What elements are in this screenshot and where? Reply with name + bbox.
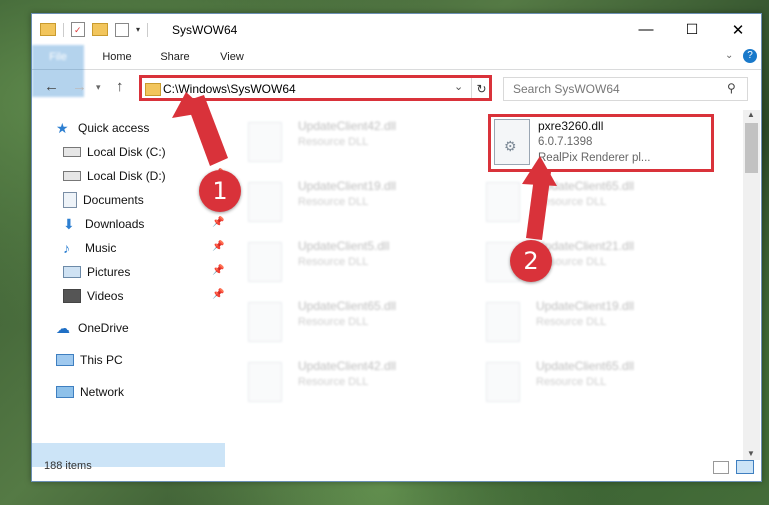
documents-icon <box>63 192 77 208</box>
sidebar-item-this-pc[interactable]: This PC <box>56 349 123 371</box>
maximize-button[interactable]: ☐ <box>669 14 715 45</box>
pin-icon[interactable]: 📌 <box>212 265 224 276</box>
sidebar-item-local-disk-d[interactable]: Local Disk (D:) <box>63 165 166 187</box>
search-icon[interactable]: ⚲ <box>727 81 736 95</box>
recent-chevron-icon[interactable]: ▾ <box>96 82 101 93</box>
help-icon[interactable]: ? <box>743 49 757 63</box>
forward-arrow-icon[interactable]: → <box>72 78 87 95</box>
file-item[interactable]: UpdateClient19.dll Resource DLL <box>228 174 448 226</box>
properties-icon[interactable]: ✓ <box>71 22 85 37</box>
file-item[interactable]: UpdateClient65.dll Resource DLL <box>466 174 686 226</box>
drive-icon <box>63 147 81 157</box>
sidebar-item-music[interactable]: ♪ Music <box>63 237 116 259</box>
file-name: pxre3260.dll <box>538 119 604 133</box>
window-title: SysWOW64 <box>172 23 238 37</box>
dll-file-icon <box>248 182 282 222</box>
quick-access-toolbar: ✓ ▾ <box>40 22 149 37</box>
selected-file-pxre3260[interactable]: ⚙ pxre3260.dll 6.0.7.1398 RealPix Render… <box>488 114 714 172</box>
ribbon-expand-icon[interactable]: ⌄ <box>725 50 733 61</box>
address-bar-highlight <box>139 75 492 101</box>
tab-view[interactable]: View <box>207 45 257 69</box>
sidebar-item-documents[interactable]: Documents <box>63 189 144 211</box>
search-input[interactable]: Search SysWOW64 ⚲ <box>503 77 748 101</box>
tab-home[interactable]: Home <box>92 45 142 69</box>
file-item[interactable]: UpdateClient42.dll Resource DLL <box>228 114 448 166</box>
sidebar-item-network[interactable]: Network <box>56 381 124 403</box>
dll-file-icon <box>248 122 282 162</box>
tab-share[interactable]: Share <box>150 45 200 69</box>
sidebar-item-downloads[interactable]: ⬇ Downloads <box>63 213 144 235</box>
scroll-up-icon[interactable]: ▲ <box>747 110 755 119</box>
cloud-icon: ☁ <box>56 320 70 336</box>
sidebar-item-videos[interactable]: Videos <box>63 285 123 307</box>
chevron-down-icon[interactable]: ▾ <box>136 25 140 34</box>
large-icons-view-icon[interactable] <box>736 460 754 474</box>
network-icon <box>56 386 74 398</box>
dll-file-icon <box>248 302 282 342</box>
film-icon <box>63 289 81 303</box>
sidebar-item-pictures[interactable]: Pictures <box>63 261 130 283</box>
drive-icon <box>63 171 81 181</box>
download-arrow-icon: ⬇ <box>63 216 75 232</box>
folder-icon <box>40 23 56 36</box>
scrollbar-thumb[interactable] <box>745 123 758 173</box>
pin-icon[interactable]: 📌 <box>212 241 224 252</box>
minimize-button[interactable]: — <box>623 14 669 45</box>
pictures-icon <box>63 266 81 278</box>
customize-icon[interactable] <box>115 22 129 37</box>
status-item-count: 188 items <box>44 460 92 472</box>
dll-file-icon <box>486 182 520 222</box>
dll-file-icon <box>248 362 282 402</box>
file-item[interactable]: UpdateClient65.dll Resource DLL <box>466 354 686 406</box>
scroll-down-icon[interactable]: ▼ <box>747 449 755 458</box>
sidebar-item-onedrive[interactable]: ☁ OneDrive <box>56 317 129 339</box>
step-2-badge: 2 <box>510 240 552 282</box>
star-icon: ★ <box>56 120 69 136</box>
pin-icon[interactable]: 📌 <box>212 217 224 228</box>
search-placeholder: Search SysWOW64 <box>513 82 620 96</box>
file-description: RealPix Renderer pl... <box>538 152 651 164</box>
sidebar-item-local-disk-c[interactable]: Local Disk (C:) <box>63 141 166 163</box>
close-button[interactable]: ✕ <box>715 14 761 45</box>
music-note-icon: ♪ <box>63 240 70 256</box>
sidebar-item-quick-access[interactable]: ★ Quick access <box>56 117 149 139</box>
back-arrow-icon[interactable]: ← <box>44 78 59 95</box>
dll-file-icon <box>486 302 520 342</box>
file-item[interactable]: UpdateClient19.dll Resource DLL <box>466 294 686 346</box>
up-arrow-icon[interactable]: ↑ <box>116 78 124 95</box>
file-item[interactable]: UpdateClient65.dll Resource DLL <box>228 294 448 346</box>
dll-file-icon <box>248 242 282 282</box>
file-item[interactable]: UpdateClient5.dll Resource DLL <box>228 234 448 286</box>
new-folder-icon[interactable] <box>92 23 108 36</box>
step-1-badge: 1 <box>199 170 241 212</box>
monitor-icon <box>56 354 74 366</box>
details-view-icon[interactable] <box>713 461 729 474</box>
file-item[interactable]: UpdateClient42.dll Resource DLL <box>228 354 448 406</box>
explorer-window: ✓ ▾ SysWOW64 — ☐ ✕ File Home Share View … <box>31 13 762 482</box>
file-version: 6.0.7.1398 <box>538 136 593 148</box>
pin-icon[interactable]: 📌 <box>212 289 224 300</box>
title-bar: ✓ ▾ SysWOW64 — ☐ ✕ <box>32 14 761 45</box>
dll-file-icon <box>486 362 520 402</box>
navigation-pane: ★ Quick access Local Disk (C:) 📌 Local D… <box>32 110 227 467</box>
gear-icon: ⚙ <box>504 138 517 154</box>
pin-icon[interactable]: 📌 <box>212 145 224 156</box>
dll-file-icon: ⚙ <box>494 119 530 165</box>
file-item[interactable]: UpdateClient21.dll Resource DLL <box>466 234 686 286</box>
ribbon-tabs: File Home Share View ⌄ ? <box>32 45 761 97</box>
